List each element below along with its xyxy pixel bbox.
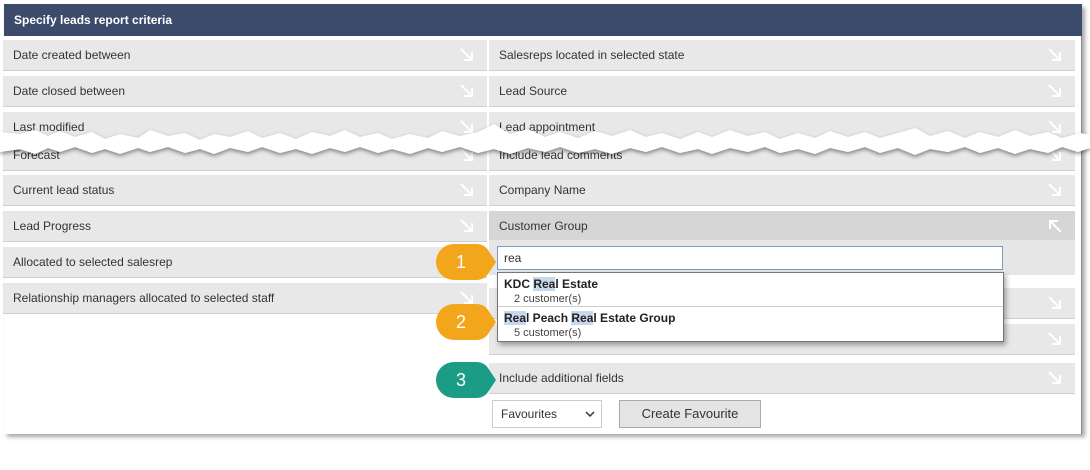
- criteria-label: Include lead comments: [499, 148, 623, 162]
- suggestion-title: KDC Real Estate: [504, 277, 1003, 292]
- match-highlight: Rea: [533, 277, 556, 291]
- callout-number: 1: [456, 252, 466, 272]
- expand-arrow-icon: [459, 218, 475, 234]
- expand-arrow-icon: [459, 83, 475, 99]
- expand-arrow-icon: [1047, 331, 1063, 347]
- criteria-lead-source[interactable]: Lead Source: [489, 76, 1075, 107]
- customer-group-suggestions: KDC Real Estate 2 customer(s) Real Peach…: [497, 272, 1004, 342]
- match-highlight: Rea: [571, 311, 594, 325]
- callout-number: 3: [456, 370, 466, 390]
- match-highlight: Rea: [504, 311, 527, 325]
- criteria-current-lead-status[interactable]: Current lead status: [3, 175, 487, 206]
- expand-arrow-icon: [1047, 147, 1063, 163]
- criteria-label: Lead Source: [499, 84, 568, 98]
- criteria-relationship-managers[interactable]: Relationship managers allocated to selec…: [3, 283, 487, 314]
- criteria-lead-progress[interactable]: Lead Progress: [3, 211, 487, 242]
- suggestion-count: 2 customer(s): [514, 293, 582, 305]
- expand-arrow-icon: [1047, 83, 1063, 99]
- suggestion-item[interactable]: Real Peach Real Estate Group 5 customer(…: [498, 307, 1003, 341]
- chevron-down-icon: [585, 411, 595, 418]
- criteria-customer-group[interactable]: Customer Group: [489, 211, 1075, 242]
- criteria-label: Customer Group: [499, 219, 588, 233]
- criteria-include-additional-fields[interactable]: Include additional fields: [489, 363, 1075, 394]
- criteria-include-lead-comments[interactable]: Include lead comments: [489, 140, 1075, 171]
- criteria-label: Lead appointment: [499, 120, 596, 134]
- collapse-arrow-icon: [1047, 218, 1063, 234]
- expand-arrow-icon: [1047, 119, 1063, 135]
- callout-number: 2: [456, 312, 466, 332]
- criteria-forecast[interactable]: Forecast: [3, 140, 487, 171]
- criteria-lead-appointment[interactable]: Lead appointment: [489, 112, 1075, 143]
- criteria-label: Relationship managers allocated to selec…: [13, 291, 275, 305]
- expand-arrow-icon: [459, 119, 475, 135]
- suggestion-count: 5 customer(s): [514, 327, 582, 339]
- title-rest: l Estate: [555, 277, 599, 291]
- criteria-label: Last modified: [13, 120, 85, 134]
- criteria-company-name[interactable]: Company Name: [489, 175, 1075, 206]
- expand-arrow-icon: [1047, 182, 1063, 198]
- criteria-label: Company Name: [499, 183, 586, 197]
- expand-arrow-icon: [459, 182, 475, 198]
- customer-group-search-input[interactable]: [497, 246, 1003, 270]
- criteria-label: Current lead status: [13, 183, 115, 197]
- criteria-last-modified[interactable]: Last modified: [3, 112, 487, 143]
- suggestion-title: Real Peach Real Estate Group: [504, 311, 1003, 326]
- expand-arrow-icon: [1047, 47, 1063, 63]
- callout-step-1: 1: [436, 244, 496, 280]
- criteria-label: Allocated to selected salesrep: [13, 255, 173, 269]
- callout-step-3: 3: [436, 362, 496, 398]
- criteria-label: Date created between: [13, 48, 131, 62]
- criteria-date-created[interactable]: Date created between: [3, 40, 487, 71]
- expand-arrow-icon: [1047, 295, 1063, 311]
- create-favourite-button[interactable]: Create Favourite: [619, 400, 761, 428]
- page-title: Specify leads report criteria: [4, 4, 1082, 36]
- suggestion-item[interactable]: KDC Real Estate 2 customer(s): [498, 273, 1003, 307]
- criteria-label: Lead Progress: [13, 219, 92, 233]
- criteria-date-closed[interactable]: Date closed between: [3, 76, 487, 107]
- favourites-select-value: Favourites: [501, 407, 558, 421]
- expand-arrow-icon: [1047, 370, 1063, 386]
- criteria-allocated-salesrep[interactable]: Allocated to selected salesrep: [3, 247, 487, 278]
- criteria-salesreps-state[interactable]: Salesreps located in selected state: [489, 40, 1075, 71]
- criteria-label: Salesreps located in selected state: [499, 48, 685, 62]
- criteria-label: Include additional fields: [499, 371, 624, 385]
- title-prefix: KDC: [504, 277, 534, 291]
- expand-arrow-icon: [459, 147, 475, 163]
- title-rest: l Peach: [526, 311, 572, 325]
- criteria-label: Forecast: [13, 148, 60, 162]
- callout-step-2: 2: [436, 304, 496, 340]
- favourites-select[interactable]: Favourites: [492, 400, 602, 428]
- criteria-label: Date closed between: [13, 84, 126, 98]
- title-rest: l Estate Group: [593, 311, 676, 325]
- expand-arrow-icon: [459, 47, 475, 63]
